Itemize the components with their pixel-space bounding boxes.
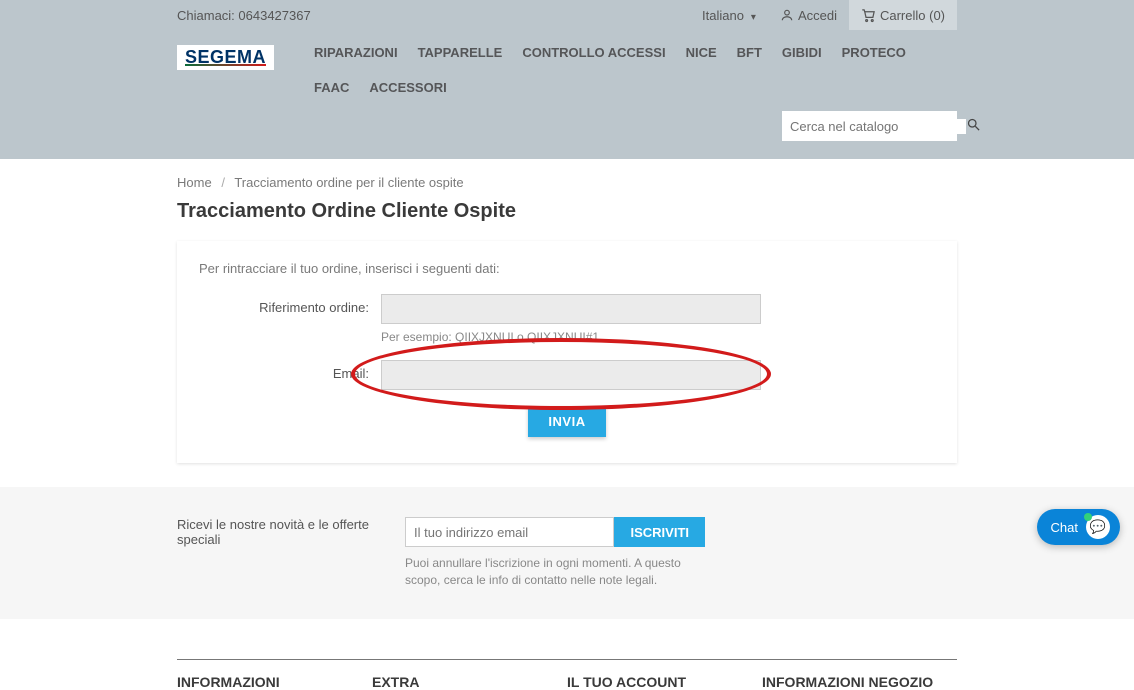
chat-widget[interactable]: Chat <box>1037 509 1120 545</box>
login-link[interactable]: Accedi <box>768 0 849 30</box>
footer-col-extra[interactable]: EXTRA <box>372 674 567 690</box>
cart-link[interactable]: Carrello (0) <box>849 0 957 30</box>
order-track-card: Per rintracciare il tuo ordine, inserisc… <box>177 241 957 463</box>
newsletter-help-text: Puoi annullare l'iscrizione in ogni mome… <box>405 555 705 589</box>
language-label: Italiano <box>702 8 744 23</box>
person-icon <box>780 8 794 22</box>
newsletter-label: Ricevi le nostre novità e le offerte spe… <box>177 517 377 547</box>
newsletter-subscribe-button[interactable]: ISCRIVITI <box>614 517 705 547</box>
footer-col-account[interactable]: IL TUO ACCOUNT <box>567 674 762 690</box>
topbar: Chiamaci: 0643427367 Italiano Accedi Car… <box>0 0 1134 30</box>
search-icon[interactable] <box>966 117 981 136</box>
nav-accessori[interactable]: ACCESSORI <box>369 80 446 95</box>
footer-columns: INFORMAZIONI EXTRA IL TUO ACCOUNT INFORM… <box>177 659 957 690</box>
nav-bft[interactable]: BFT <box>737 45 762 60</box>
ref-help-text: Per esempio: QIIXJXNUI o QIIXJXNUI#1 <box>381 330 761 344</box>
breadcrumb-sep: / <box>221 175 225 190</box>
chevron-down-icon <box>748 8 756 23</box>
ref-label: Riferimento ordine: <box>199 294 381 315</box>
footer-col-informazioni[interactable]: INFORMAZIONI <box>177 674 372 690</box>
order-ref-input[interactable] <box>381 294 761 324</box>
header: SEGEMA RIPARAZIONI TAPPARELLE CONTROLLO … <box>0 30 1134 159</box>
logo[interactable]: SEGEMA <box>177 45 274 70</box>
search-box[interactable] <box>782 111 957 141</box>
breadcrumb-current: Tracciamento ordine per il cliente ospit… <box>234 175 463 190</box>
footer-col-negozio[interactable]: INFORMAZIONI NEGOZIO <box>762 674 957 690</box>
breadcrumb: Home / Tracciamento ordine per il client… <box>177 159 957 200</box>
email-input[interactable] <box>381 360 761 390</box>
newsletter-email-input[interactable] <box>405 517 614 547</box>
status-dot-icon <box>1084 513 1092 521</box>
nav-riparazioni[interactable]: RIPARAZIONI <box>314 45 398 60</box>
nav-gibidi[interactable]: GIBIDI <box>782 45 822 60</box>
cart-icon <box>861 8 876 23</box>
phone-label: Chiamaci: 0643427367 <box>177 8 311 23</box>
nav-tapparelle[interactable]: TAPPARELLE <box>418 45 503 60</box>
cart-label: Carrello (0) <box>880 8 945 23</box>
nav-proteco[interactable]: PROTECO <box>842 45 906 60</box>
chat-label: Chat <box>1051 520 1078 535</box>
submit-button[interactable]: INVIA <box>528 406 605 437</box>
main-nav: RIPARAZIONI TAPPARELLE CONTROLLO ACCESSI… <box>314 45 957 95</box>
page-title: Tracciamento Ordine Cliente Ospite <box>177 200 957 223</box>
language-switcher[interactable]: Italiano <box>690 0 768 30</box>
footer: Ricevi le nostre novità e le offerte spe… <box>0 487 1134 619</box>
chat-bubble-icon <box>1086 515 1110 539</box>
breadcrumb-home[interactable]: Home <box>177 175 212 190</box>
nav-nice[interactable]: NICE <box>686 45 717 60</box>
login-label: Accedi <box>798 8 837 23</box>
nav-controllo-accessi[interactable]: CONTROLLO ACCESSI <box>522 45 665 60</box>
nav-faac[interactable]: FAAC <box>314 80 349 95</box>
email-label: Email: <box>199 360 381 381</box>
search-input[interactable] <box>790 119 966 134</box>
form-intro: Per rintracciare il tuo ordine, inserisc… <box>199 261 935 276</box>
